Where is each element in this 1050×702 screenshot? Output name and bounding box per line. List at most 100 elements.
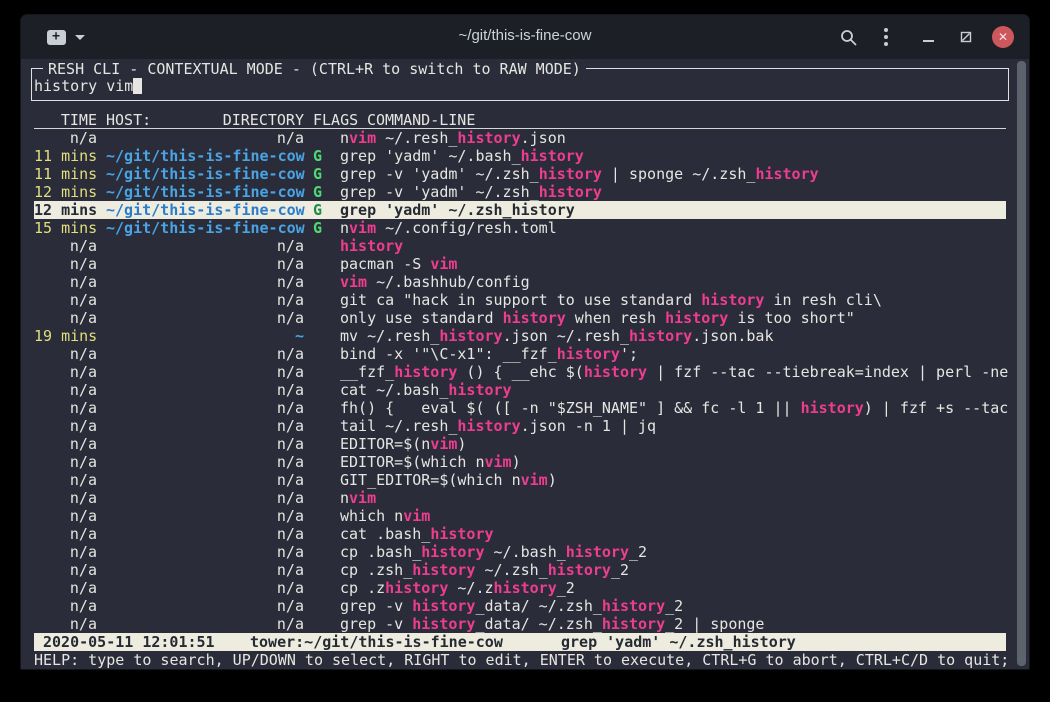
command-text: GIT_EDITOR=$(which n	[340, 471, 521, 489]
history-row[interactable]: n/an/acp .bash_history ~/.bash_history_2	[34, 543, 1006, 561]
row-flag: G	[313, 219, 322, 237]
history-row[interactable]: n/an/agrep -v history_data/ ~/.zsh_histo…	[34, 615, 1006, 633]
row-command: pacman -S vim	[340, 255, 457, 273]
minimize-button[interactable]	[919, 15, 937, 59]
history-row[interactable]: n/an/aEDITOR=$(which nvim)	[34, 453, 1006, 471]
kebab-menu-icon	[884, 28, 888, 32]
terminal-content: RESH CLI - CONTEXTUAL MODE - (CTRL+R to …	[21, 59, 1029, 670]
match-highlight: history	[512, 201, 575, 219]
close-icon: ✕	[992, 26, 1014, 48]
history-row[interactable]: n/an/anvim ~/.resh_history.json	[34, 129, 1006, 147]
text-cursor	[133, 78, 142, 94]
resh-search-box[interactable]: RESH CLI - CONTEXTUAL MODE - (CTRL+R to …	[31, 68, 1009, 101]
command-text: _data/ ~/.zsh_	[475, 597, 601, 615]
command-text: .json	[521, 129, 566, 147]
row-time: n/a	[34, 417, 97, 435]
row-time: n/a	[34, 489, 97, 507]
row-directory: n/a	[106, 381, 304, 399]
close-button[interactable]: ✕	[991, 15, 1015, 59]
menu-button[interactable]	[879, 15, 893, 59]
history-row[interactable]: n/an/abind -x '"\C-x1": __fzf_history';	[34, 345, 1006, 363]
history-row[interactable]: n/an/awhich nvim	[34, 507, 1006, 525]
command-text: )	[548, 471, 557, 489]
match-highlight: history	[548, 561, 611, 579]
row-time: n/a	[34, 615, 97, 633]
history-row-selected[interactable]: 12 mins~/git/this-is-fine-cowGgrep 'yadm…	[34, 201, 1006, 219]
history-row[interactable]: 15 mins~/git/this-is-fine-cowGnvim ~/.co…	[34, 219, 1006, 237]
match-highlight: history	[521, 147, 584, 165]
history-row[interactable]: 11 mins~/git/this-is-fine-cowGgrep 'yadm…	[34, 147, 1006, 165]
row-time: 12 mins	[34, 183, 97, 201]
command-text: _2	[665, 597, 683, 615]
command-text: ~/.bash_	[485, 543, 566, 561]
row-time: n/a	[34, 273, 97, 291]
row-command: cat .bash_history	[340, 525, 494, 543]
history-row[interactable]: n/an/a__fzf_history () { __ehc $(history…	[34, 363, 1006, 381]
maximize-button[interactable]	[957, 15, 975, 59]
maximize-icon	[960, 31, 972, 43]
history-row[interactable]: n/an/avim ~/.bashhub/config	[34, 273, 1006, 291]
row-directory: n/a	[106, 309, 304, 327]
command-text: | fzf --tac --tiebreak=index | perl -ne	[647, 363, 1008, 381]
command-text: ';	[620, 345, 638, 363]
row-command: EDITOR=$(which nvim)	[340, 453, 521, 471]
match-highlight: history	[539, 183, 602, 201]
match-highlight: history	[457, 417, 520, 435]
history-row[interactable]: n/an/acp .zhistory ~/.zhistory_2	[34, 579, 1006, 597]
command-text: grep -v 'yadm' ~/.zsh_	[340, 183, 539, 201]
match-highlight: vim	[430, 255, 457, 273]
history-row[interactable]: n/an/agrep -v history_data/ ~/.zsh_histo…	[34, 597, 1006, 615]
command-text: tail ~/.resh_	[340, 417, 457, 435]
history-row[interactable]: n/an/agit ca "hack in support to use sta…	[34, 291, 1006, 309]
status-command: grep 'yadm' ~/.zsh_history	[561, 633, 796, 651]
scrollbar-thumb[interactable]	[1017, 61, 1026, 666]
history-row[interactable]: 11 mins~/git/this-is-fine-cowGgrep -v 'y…	[34, 165, 1006, 183]
row-directory: n/a	[106, 129, 304, 147]
command-text: pacman -S	[340, 255, 430, 273]
command-text: .json ~/.resh_	[503, 327, 629, 345]
row-directory: n/a	[106, 435, 304, 453]
history-row[interactable]: n/a n/a tail ~/.resh_history.json -n 1 | j…	[34, 417, 1006, 435]
history-row[interactable]: n/an/anvim	[34, 489, 1006, 507]
row-command: nvim	[340, 489, 376, 507]
match-highlight: history	[701, 291, 764, 309]
match-highlight: history	[584, 363, 647, 381]
titlebar[interactable]: + ~/git/this-is-fine-cow	[21, 15, 1029, 59]
match-highlight: history	[539, 165, 602, 183]
row-command: grep -v 'yadm' ~/.zsh_history | sponge ~…	[340, 165, 819, 183]
history-row[interactable]: n/an/acat .bash_history	[34, 525, 1006, 543]
table-header: TIME HOST: DIRECTORY FLAGS COMMAND-LINE	[34, 111, 1006, 129]
command-text: _2	[629, 543, 647, 561]
row-command: cp .zsh_history ~/.zsh_history_2	[340, 561, 629, 579]
history-row[interactable]: n/an/acat ~/.bash_history	[34, 381, 1006, 399]
search-button[interactable]	[837, 15, 859, 59]
desktop-background: + ~/git/this-is-fine-cow	[0, 0, 1050, 702]
row-time: n/a	[34, 255, 97, 273]
row-directory: n/a	[106, 471, 304, 489]
history-row[interactable]: n/an/aGIT_EDITOR=$(which nvim)	[34, 471, 1006, 489]
search-input[interactable]: history vim	[34, 77, 142, 95]
history-row[interactable]: n/an/apacman -S vim	[34, 255, 1006, 273]
row-directory: ~/git/this-is-fine-cow	[106, 183, 304, 201]
history-row[interactable]: 19 mins~mv ~/.resh_history.json ~/.resh_…	[34, 327, 1006, 345]
history-row[interactable]: n/an/aEDITOR=$(nvim)	[34, 435, 1006, 453]
history-row[interactable]: n/an/aonly use standard history when res…	[34, 309, 1006, 327]
row-command: git ca "hack in support to use standard …	[340, 291, 882, 309]
history-row[interactable]: 12 mins~/git/this-is-fine-cowGgrep -v 'y…	[34, 183, 1006, 201]
match-highlight: history	[665, 309, 728, 327]
match-highlight: vim	[349, 219, 376, 237]
row-command: tail ~/.resh_history.json -n 1 | jq	[340, 417, 656, 435]
row-directory: n/a	[106, 237, 304, 255]
row-directory: n/a	[106, 417, 304, 435]
history-row[interactable]: n/an/acp .zsh_history ~/.zsh_history_2	[34, 561, 1006, 579]
command-text: ) | fzf +s --tac	[864, 399, 1009, 417]
row-command: history	[340, 237, 403, 255]
command-text: grep -v	[340, 615, 412, 633]
command-text: _2 | sponge	[665, 615, 764, 633]
row-command: grep 'yadm' ~/.bash_history	[340, 147, 584, 165]
command-text: EDITOR=$(n	[340, 435, 430, 453]
row-flag: G	[313, 147, 322, 165]
row-time: 12 mins	[34, 201, 97, 219]
history-row[interactable]: n/an/afh() { eval $( ([ -n "$ZSH_NAME" ]…	[34, 399, 1006, 417]
history-row[interactable]: n/an/ahistory	[34, 237, 1006, 255]
